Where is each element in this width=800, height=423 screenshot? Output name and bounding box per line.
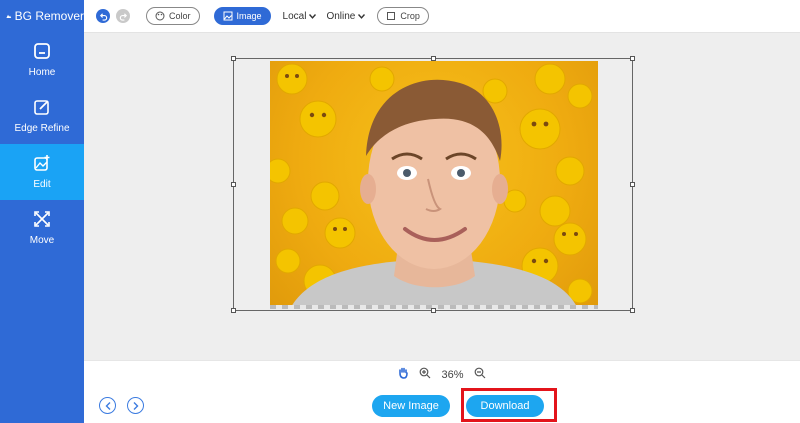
color-button[interactable]: Color: [146, 7, 200, 25]
zoom-out-button[interactable]: [474, 367, 486, 382]
logo-icon: [6, 14, 12, 19]
sidebar-item-label: Move: [29, 235, 55, 246]
chevron-right-icon: [133, 401, 138, 410]
hand-tool-button[interactable]: [398, 367, 409, 382]
sidebar-item-label: Edit: [33, 179, 51, 190]
image-button-label: Image: [236, 11, 262, 21]
image-icon: [223, 11, 233, 21]
online-dropdown[interactable]: Online: [326, 10, 366, 22]
redo-button[interactable]: [116, 9, 130, 23]
resize-handle-bottom[interactable]: [431, 308, 436, 313]
crop-icon: [387, 12, 396, 20]
undo-icon: [99, 12, 107, 21]
zoom-in-icon: [420, 367, 431, 379]
edit-square-icon: [33, 98, 51, 116]
zoom-out-icon: [474, 367, 485, 379]
top-toolbar: Color Image Local Online Crop: [84, 0, 800, 33]
local-dropdown-label: Local: [282, 10, 307, 22]
sidebar-item-label: Edge Refine: [14, 123, 70, 134]
new-image-button[interactable]: New Image: [372, 395, 450, 417]
download-button[interactable]: Download: [466, 395, 544, 417]
zoom-in-button[interactable]: [419, 367, 431, 382]
zoom-level: 36%: [441, 368, 464, 381]
palette-icon: [155, 11, 165, 21]
home-icon: [33, 42, 51, 60]
crop-button[interactable]: Crop: [377, 7, 429, 25]
zoom-bar: 36%: [84, 360, 800, 388]
sidebar-item-home[interactable]: Home: [0, 32, 84, 88]
app-title: BG Remover: [14, 9, 84, 23]
online-dropdown-label: Online: [326, 10, 356, 22]
chevron-down-icon: [358, 13, 366, 19]
color-button-label: Color: [169, 11, 191, 21]
resize-handle-top-right[interactable]: [630, 56, 635, 61]
hand-icon: [399, 367, 409, 379]
sidebar-item-edit[interactable]: Edit: [0, 144, 84, 200]
app-brand: BG Remover: [0, 0, 84, 32]
redo-icon: [119, 12, 127, 21]
resize-handle-left[interactable]: [231, 182, 236, 187]
editor-canvas[interactable]: [84, 33, 800, 360]
move-arrows-icon: [33, 210, 51, 228]
image-button[interactable]: Image: [213, 7, 271, 25]
chevron-down-icon: [309, 13, 317, 19]
resize-handle-top[interactable]: [431, 56, 436, 61]
sidebar-item-label: Home: [28, 67, 56, 78]
selection-box[interactable]: [231, 56, 635, 313]
resize-handle-bottom-right[interactable]: [630, 308, 635, 313]
sidebar-item-move[interactable]: Move: [0, 200, 84, 256]
resize-handle-right[interactable]: [630, 182, 635, 187]
chevron-left-icon: [105, 401, 110, 410]
sidebar-item-edge-refine[interactable]: Edge Refine: [0, 88, 84, 144]
previous-button[interactable]: [99, 397, 116, 414]
image-edit-icon: [33, 154, 51, 172]
resize-handle-bottom-left[interactable]: [231, 308, 236, 313]
undo-button[interactable]: [96, 9, 110, 23]
next-button[interactable]: [127, 397, 144, 414]
resize-handle-top-left[interactable]: [231, 56, 236, 61]
sidebar: BG Remover Home Edge Refine Edit Move: [0, 0, 84, 423]
crop-button-label: Crop: [400, 11, 420, 21]
local-dropdown[interactable]: Local: [283, 11, 317, 22]
bottom-bar: New Image Download: [84, 388, 800, 423]
